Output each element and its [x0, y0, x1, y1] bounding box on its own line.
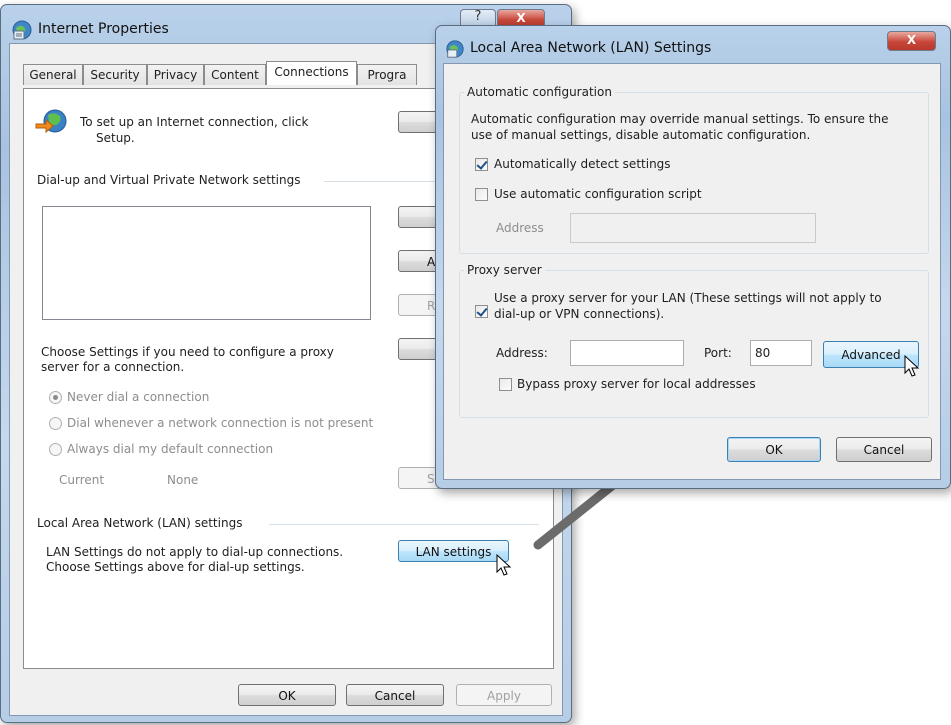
tab-general[interactable]: General [23, 64, 83, 85]
proxy-address-field[interactable] [570, 340, 684, 366]
lan-dialog-client-area: Automatic configuration Automatic config… [443, 63, 941, 480]
auto-detect-checkbox[interactable] [475, 158, 488, 171]
proxy-hint: Choose Settings if you need to configure… [41, 345, 334, 374]
globe-setup-icon [35, 109, 67, 134]
radio-always-dial[interactable] [49, 443, 62, 456]
mouse-pointer-icon [496, 554, 512, 576]
close-button[interactable]: X [887, 31, 936, 51]
lan-settings-window: Local Area Network (LAN) Settings X Auto… [435, 25, 951, 489]
radio-dial-whenever[interactable] [49, 417, 62, 430]
apply-button[interactable]: Apply [456, 684, 552, 706]
window-title: Internet Properties [38, 21, 169, 37]
help-icon: ? [474, 9, 482, 24]
internet-options-icon [12, 20, 32, 40]
tab-content[interactable]: Content [204, 64, 266, 85]
use-proxy-checkbox[interactable] [475, 305, 488, 318]
radio-dial-whenever-label: Dial whenever a network connection is no… [67, 416, 374, 430]
automatic-configuration-description: Automatic configuration may override man… [471, 112, 889, 142]
proxy-server-title: Proxy server [464, 263, 545, 277]
proxy-address-label: Address: [496, 346, 548, 360]
script-address-label: Address [496, 221, 544, 235]
auto-detect-label: Automatically detect settings [494, 157, 671, 171]
close-icon: X [906, 33, 917, 47]
bypass-local-checkbox[interactable] [499, 378, 512, 391]
auto-script-label: Use automatic configuration script [494, 187, 702, 201]
mouse-pointer-icon [904, 355, 920, 377]
auto-script-checkbox[interactable] [475, 188, 488, 201]
connections-list[interactable] [42, 206, 371, 320]
close-icon: X [516, 11, 526, 25]
automatic-configuration-title: Automatic configuration [464, 85, 615, 99]
lan-description: LAN Settings do not apply to dial-up con… [46, 545, 344, 574]
setup-instruction: To set up an Internet connection, click … [80, 115, 309, 145]
radio-always-dial-label: Always dial my default connection [67, 442, 274, 456]
tab-privacy[interactable]: Privacy [147, 64, 204, 85]
tab-connections[interactable]: Connections [266, 61, 357, 85]
ok-button[interactable]: OK [727, 437, 821, 462]
internet-options-icon [446, 40, 464, 58]
cancel-button[interactable]: Cancel [346, 684, 444, 706]
port-field[interactable]: 80 [750, 340, 812, 366]
ok-button[interactable]: OK [238, 684, 336, 706]
radio-never-dial-label: Never dial a connection [67, 390, 210, 404]
cancel-button[interactable]: Cancel [836, 437, 932, 462]
tab-security[interactable]: Security [83, 64, 147, 85]
port-label: Port: [704, 346, 732, 360]
current-value: None [167, 473, 199, 487]
radio-never-dial[interactable] [49, 391, 62, 404]
window-title: Local Area Network (LAN) Settings [470, 40, 712, 56]
tab-programs[interactable]: Progra [357, 64, 417, 85]
bypass-local-label: Bypass proxy server for local addresses [517, 377, 756, 391]
use-proxy-label: Use a proxy server for your LAN (These s… [494, 291, 882, 321]
group-divider [269, 524, 539, 525]
dialup-group-title: Dial-up and Virtual Private Network sett… [37, 173, 301, 187]
lan-group-title: Local Area Network (LAN) settings [37, 516, 243, 530]
lan-settings-button[interactable]: LAN settings [398, 540, 509, 562]
current-label: Current [59, 473, 105, 487]
script-address-field[interactable] [570, 213, 816, 243]
